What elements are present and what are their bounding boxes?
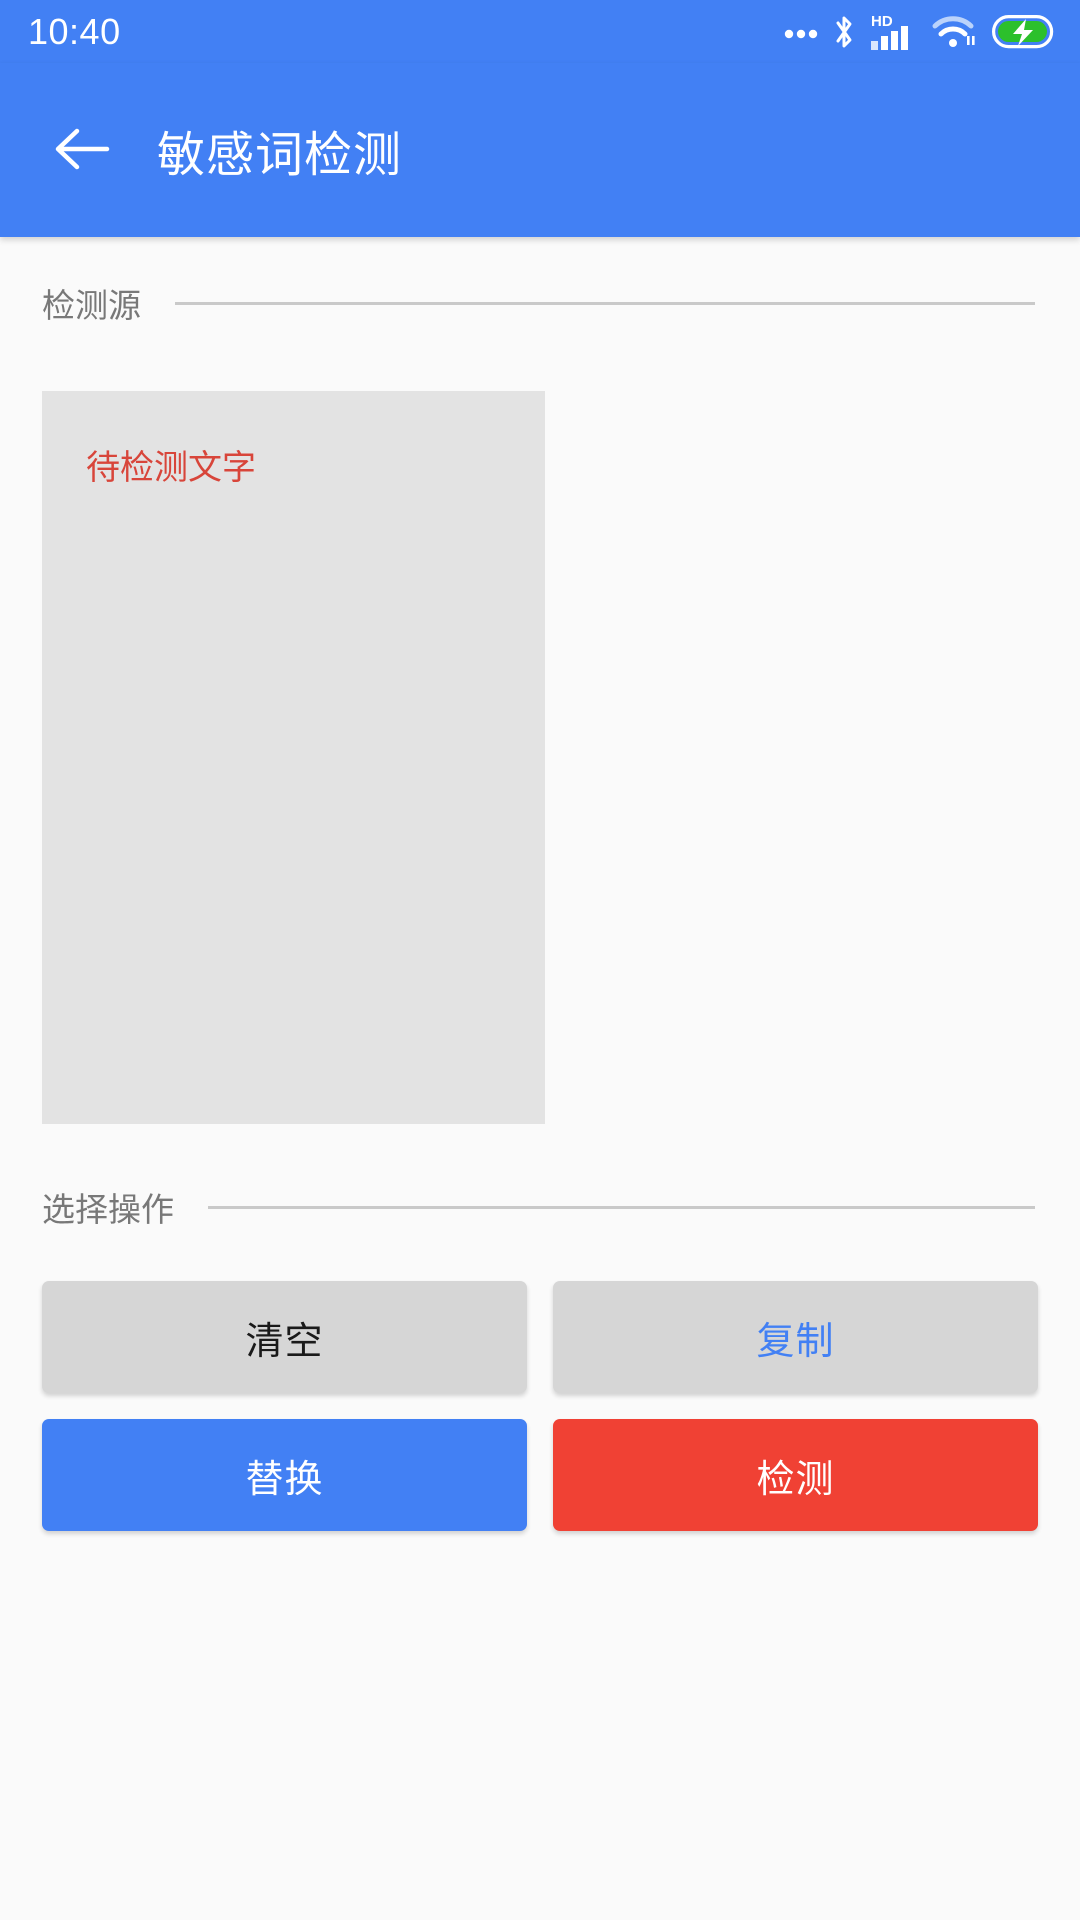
more-dots-icon bbox=[784, 25, 818, 39]
clear-button[interactable]: 清空 bbox=[42, 1281, 527, 1393]
arrow-left-icon bbox=[51, 125, 111, 176]
operation-buttons: 清空 复制 替换 检测 bbox=[0, 1281, 1080, 1531]
bluetooth-icon bbox=[832, 13, 856, 51]
spacer-operations-above bbox=[0, 1129, 1080, 1177]
hd-signal-icon: HD bbox=[870, 12, 918, 52]
page-content: 检测源 选择操作 清空 复制 替换 检测 bbox=[0, 237, 1080, 1531]
status-bar-clock: 10:40 bbox=[28, 10, 121, 52]
back-button[interactable] bbox=[45, 114, 117, 186]
detect-button[interactable]: 检测 bbox=[553, 1419, 1038, 1531]
section-divider-source bbox=[175, 301, 1035, 305]
battery-charging-icon bbox=[992, 14, 1054, 49]
source-text-input[interactable] bbox=[42, 391, 545, 1124]
spacer-operations-below bbox=[0, 1237, 1080, 1281]
app-bar: 敏感词检测 bbox=[0, 63, 1080, 237]
spacer-source bbox=[0, 333, 1080, 391]
replace-button[interactable]: 替换 bbox=[42, 1419, 527, 1531]
section-label-source: 检测源 bbox=[42, 287, 141, 324]
svg-text:HD: HD bbox=[871, 13, 893, 30]
wifi-icon bbox=[932, 13, 978, 51]
section-divider-operations bbox=[208, 1205, 1035, 1209]
status-bar: 10:40 HD bbox=[0, 0, 1080, 63]
section-label-operations: 选择操作 bbox=[42, 1191, 174, 1228]
page-title: 敏感词检测 bbox=[157, 129, 403, 182]
source-field-wrapper bbox=[0, 391, 1080, 1129]
status-bar-icons: HD bbox=[784, 12, 1054, 52]
section-header-source: 检测源 bbox=[0, 273, 1080, 333]
section-header-operations: 选择操作 bbox=[0, 1177, 1080, 1237]
spacer-top bbox=[0, 237, 1080, 273]
copy-button[interactable]: 复制 bbox=[553, 1281, 1038, 1393]
